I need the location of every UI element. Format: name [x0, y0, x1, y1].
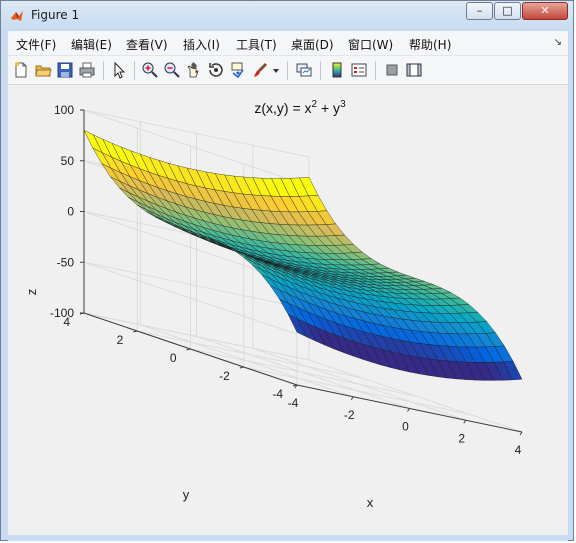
- select-arrow-icon[interactable]: [110, 61, 128, 79]
- menu-bar: 文件(F) 编辑(E) 查看(V) 插入(I) 工具(T) 桌面(D) 窗口(W…: [8, 31, 568, 55]
- z-tick-label: 50: [61, 154, 75, 168]
- toolbar-separator: [103, 61, 104, 80]
- maximize-button[interactable]: □: [494, 2, 521, 20]
- y-tick-label: -2: [219, 369, 230, 383]
- title-bar: Figure 1 – □ ✕: [1, 1, 573, 31]
- new-figure-icon[interactable]: [12, 61, 30, 79]
- z-axis-label: z: [24, 289, 39, 296]
- minimize-icon: –: [476, 4, 483, 17]
- y-tick: [133, 330, 138, 333]
- link-plot-icon[interactable]: [295, 61, 313, 79]
- toolbar-separator: [134, 61, 135, 80]
- figure-window: Figure 1 – □ ✕ 文件(F) 编辑(E) 查看(V) 插入(I) 工…: [0, 0, 574, 541]
- menu-desktop[interactable]: 桌面(D): [291, 36, 334, 53]
- rotate-3d-icon[interactable]: [207, 61, 225, 79]
- figure-canvas: -4 -2 0 2 4 -4 -2 0 2 4 100 50 0 -50 -100 z(x,y) = x2 …: [8, 85, 568, 535]
- z-tick-label: 100: [54, 103, 74, 117]
- close-icon: ✕: [540, 4, 550, 17]
- y-tick-label: 2: [117, 333, 124, 347]
- zoom-in-icon[interactable]: [141, 61, 159, 79]
- toolbar-separator: [287, 61, 288, 80]
- x-axis-label: x: [367, 495, 374, 510]
- save-icon[interactable]: [56, 61, 74, 79]
- dock-arrow-icon[interactable]: ↘: [554, 37, 562, 48]
- menu-file[interactable]: 文件(F): [16, 36, 56, 53]
- toolbar-separator: [375, 61, 376, 80]
- x-tick-label: -4: [288, 396, 299, 410]
- x-tick-label: 0: [402, 420, 409, 434]
- x-tick: [463, 419, 467, 424]
- y-tick: [239, 366, 244, 369]
- legend-icon[interactable]: [350, 61, 368, 79]
- hide-plot-tools-icon[interactable]: [383, 61, 401, 79]
- y-tick-label: -4: [272, 387, 283, 401]
- pan-hand-icon[interactable]: [185, 61, 203, 79]
- x-tick: [350, 396, 354, 401]
- figure-toolbar: [8, 55, 568, 85]
- surface-mesh: [83, 129, 523, 381]
- x-tick: [407, 408, 410, 412]
- toolbar-separator: [320, 61, 321, 80]
- surface-plot[interactable]: -4-2024-4-2024100500-50-100 z(x,y) = x2 …: [8, 85, 568, 535]
- menu-tools[interactable]: 工具(T): [236, 36, 277, 53]
- show-plot-tools-icon[interactable]: [405, 61, 423, 79]
- menu-view[interactable]: 查看(V): [126, 36, 168, 53]
- maximize-icon: □: [502, 4, 513, 17]
- x-tick-label: 4: [515, 443, 522, 457]
- z-tick-label: 0: [67, 205, 74, 219]
- z-tick-label: -50: [57, 255, 75, 269]
- print-icon[interactable]: [78, 61, 96, 79]
- chart-title: z(x,y) = x2 + y3: [254, 99, 346, 116]
- x-tick: [519, 431, 523, 436]
- menu-window[interactable]: 窗口(W): [348, 36, 393, 53]
- y-axis-label: y: [183, 487, 190, 502]
- zoom-out-icon[interactable]: [163, 61, 181, 79]
- y-tick: [186, 348, 191, 351]
- brush-dropdown-icon[interactable]: [271, 61, 281, 79]
- minimize-button[interactable]: –: [466, 2, 493, 20]
- z-tick-label: -100: [50, 306, 74, 320]
- colorbar-icon[interactable]: [328, 61, 346, 79]
- brush-icon[interactable]: [251, 61, 269, 79]
- x-tick-label: 2: [458, 431, 465, 445]
- menu-edit[interactable]: 编辑(E): [71, 36, 112, 53]
- matlab-logo-icon: [11, 11, 23, 21]
- open-file-icon[interactable]: [34, 61, 52, 79]
- data-cursor-icon[interactable]: [229, 61, 247, 79]
- menu-insert[interactable]: 插入(I): [183, 36, 220, 53]
- menu-help[interactable]: 帮助(H): [409, 36, 451, 53]
- window-bottom-border: [8, 535, 568, 541]
- y-tick-label: 0: [170, 351, 177, 365]
- close-button[interactable]: ✕: [522, 2, 568, 20]
- window-title: Figure 1: [31, 8, 80, 22]
- x-tick-label: -2: [344, 408, 355, 422]
